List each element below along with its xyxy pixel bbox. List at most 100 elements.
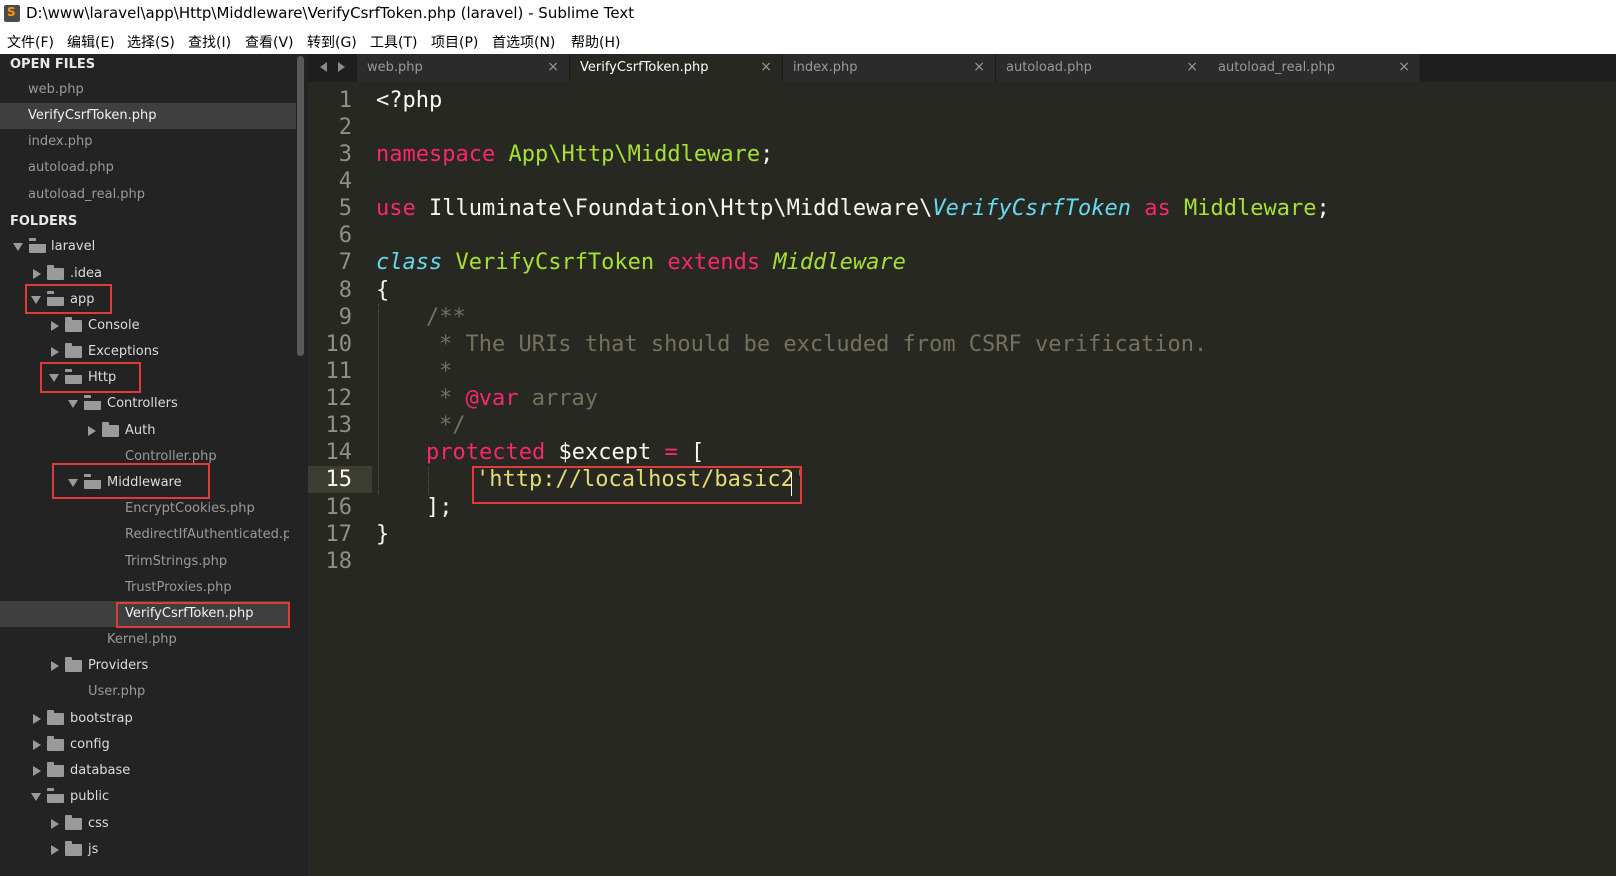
tab-autoload-real-php[interactable]: autoload_real.php × bbox=[1208, 54, 1421, 82]
close-icon[interactable]: × bbox=[547, 59, 559, 75]
line-number: 18 bbox=[325, 549, 353, 574]
menu-edit[interactable]: 编辑(E) bbox=[67, 32, 115, 52]
annotation-box-app bbox=[25, 284, 112, 314]
open-file-index[interactable]: index.php bbox=[0, 129, 296, 155]
tab-autoload-php[interactable]: autoload.php × bbox=[996, 54, 1209, 82]
namespace-name: App\Http\Middleware bbox=[508, 142, 761, 167]
menu-help[interactable]: 帮助(H) bbox=[571, 32, 620, 52]
open-file-label: autoload_real.php bbox=[28, 187, 146, 202]
class-name: VerifyCsrfToken bbox=[455, 250, 655, 275]
folder-open-icon bbox=[47, 788, 64, 803]
doc-comment-open: /** bbox=[426, 305, 466, 330]
tab-label: VerifyCsrfToken.php bbox=[580, 60, 709, 75]
tree-folder-providers[interactable]: Providers bbox=[0, 653, 296, 679]
annotation-box-http bbox=[40, 362, 141, 393]
tab-label: autoload_real.php bbox=[1218, 60, 1336, 75]
tree-folder-controllers[interactable]: Controllers bbox=[0, 391, 296, 417]
folder-open-icon bbox=[84, 395, 101, 410]
tree-file-encryptcookies[interactable]: EncryptCookies.php bbox=[0, 496, 296, 522]
doc-tag-var: @var bbox=[465, 386, 519, 411]
tree-label: public bbox=[70, 789, 110, 804]
tree-file-trustproxies[interactable]: TrustProxies.php bbox=[0, 575, 296, 601]
semicolon: ; bbox=[1316, 196, 1330, 221]
code-line-14: protected $except = [ bbox=[426, 440, 704, 465]
line-number: 7 bbox=[338, 250, 352, 275]
tree-label: config bbox=[70, 737, 110, 752]
tree-label: EncryptCookies.php bbox=[125, 501, 255, 516]
tree-file-user[interactable]: User.php bbox=[0, 679, 296, 705]
tab-index-php[interactable]: index.php × bbox=[783, 54, 996, 82]
tree-folder-css[interactable]: css bbox=[0, 811, 296, 837]
tree-file-redirectifauthenticated[interactable]: RedirectIfAuthenticated.php bbox=[0, 522, 289, 548]
tree-folder-public[interactable]: public bbox=[0, 784, 296, 810]
tree-label: .idea bbox=[70, 266, 102, 281]
line-number-current: 15 bbox=[325, 467, 353, 492]
tree-label: Kernel.php bbox=[107, 632, 177, 647]
tree-folder-database[interactable]: database bbox=[0, 758, 296, 784]
sidebar-scrollbar[interactable] bbox=[297, 56, 304, 356]
tab-verifycsrftoken-php[interactable]: VerifyCsrfToken.php × bbox=[570, 54, 783, 82]
menu-file[interactable]: 文件(F) bbox=[7, 32, 54, 52]
menu-goto[interactable]: 转到(G) bbox=[307, 32, 357, 52]
title-bar: D:\www\laravel\app\Http\Middleware\Verif… bbox=[0, 0, 1616, 28]
chevron-right-icon bbox=[33, 766, 41, 776]
tree-folder-auth[interactable]: Auth bbox=[0, 418, 296, 444]
open-file-verifycsrftoken[interactable]: VerifyCsrfToken.php bbox=[0, 103, 296, 129]
menu-selection[interactable]: 选择(S) bbox=[127, 32, 175, 52]
tree-folder-config[interactable]: config bbox=[0, 732, 296, 758]
tree-label: Controllers bbox=[107, 396, 178, 411]
menu-project[interactable]: 项目(P) bbox=[431, 32, 478, 52]
close-icon[interactable]: × bbox=[1186, 59, 1198, 75]
close-bracket: ]; bbox=[426, 495, 453, 520]
code-line-13: */ bbox=[439, 413, 466, 438]
menu-tools[interactable]: 工具(T) bbox=[370, 32, 417, 52]
namespace-keyword: namespace bbox=[376, 142, 496, 167]
window-title: D:\www\laravel\app\Http\Middleware\Verif… bbox=[26, 4, 635, 22]
folder-icon bbox=[102, 422, 119, 437]
doc-comment-star: * bbox=[439, 359, 453, 384]
folder-icon bbox=[65, 841, 82, 856]
code-editor[interactable]: 1 2 3 4 5 6 7 8 9 10 11 12 13 14 15 16 1… bbox=[308, 82, 1616, 876]
tab-scroll-left-icon[interactable] bbox=[320, 62, 327, 72]
tree-label: User.php bbox=[88, 684, 146, 699]
annotation-box-except-url bbox=[472, 466, 802, 504]
menu-preferences[interactable]: 首选项(N) bbox=[492, 32, 555, 52]
open-file-label: autoload.php bbox=[28, 160, 114, 175]
close-icon[interactable]: × bbox=[1398, 59, 1410, 75]
menu-view[interactable]: 查看(V) bbox=[245, 32, 294, 52]
line-number: 3 bbox=[338, 142, 352, 167]
open-files-heading: OPEN FILES bbox=[10, 57, 96, 72]
protected-keyword: protected bbox=[426, 440, 546, 465]
close-icon[interactable]: × bbox=[973, 59, 985, 75]
line-number: 4 bbox=[338, 169, 352, 194]
code-line-3: namespace App\Http\Middleware; bbox=[376, 142, 773, 167]
tab-web-php[interactable]: web.php × bbox=[357, 54, 570, 82]
chevron-down-icon bbox=[13, 243, 23, 251]
tree-folder-bootstrap[interactable]: bootstrap bbox=[0, 706, 296, 732]
open-file-autoload-real[interactable]: autoload_real.php bbox=[0, 182, 296, 208]
tree-label: laravel bbox=[51, 239, 96, 254]
folder-icon bbox=[65, 815, 82, 830]
tree-file-trimstrings[interactable]: TrimStrings.php bbox=[0, 549, 296, 575]
semicolon: ; bbox=[760, 142, 774, 167]
parent-class: Middleware bbox=[773, 250, 906, 275]
open-file-web[interactable]: web.php bbox=[0, 77, 296, 103]
use-keyword: use bbox=[376, 196, 416, 221]
tree-folder-js[interactable]: js bbox=[0, 837, 296, 863]
chevron-right-icon bbox=[51, 347, 59, 357]
tree-label: css bbox=[88, 816, 109, 831]
tab-label: autoload.php bbox=[1006, 60, 1092, 75]
tree-folder-console[interactable]: Console bbox=[0, 313, 296, 339]
open-file-label: web.php bbox=[28, 82, 84, 97]
close-icon[interactable]: × bbox=[760, 59, 772, 75]
code-line-1: <?php bbox=[376, 88, 442, 113]
chevron-right-icon bbox=[33, 740, 41, 750]
tree-label: Exceptions bbox=[88, 344, 159, 359]
tab-scroll-right-icon[interactable] bbox=[338, 62, 345, 72]
tree-folder-laravel[interactable]: laravel bbox=[0, 234, 296, 260]
tree-file-kernel[interactable]: Kernel.php bbox=[0, 627, 296, 653]
indent-guide bbox=[378, 304, 379, 494]
menu-find[interactable]: 查找(I) bbox=[188, 32, 231, 52]
open-file-autoload[interactable]: autoload.php bbox=[0, 155, 296, 181]
code-line-7: class VerifyCsrfToken extends Middleware bbox=[376, 250, 906, 275]
